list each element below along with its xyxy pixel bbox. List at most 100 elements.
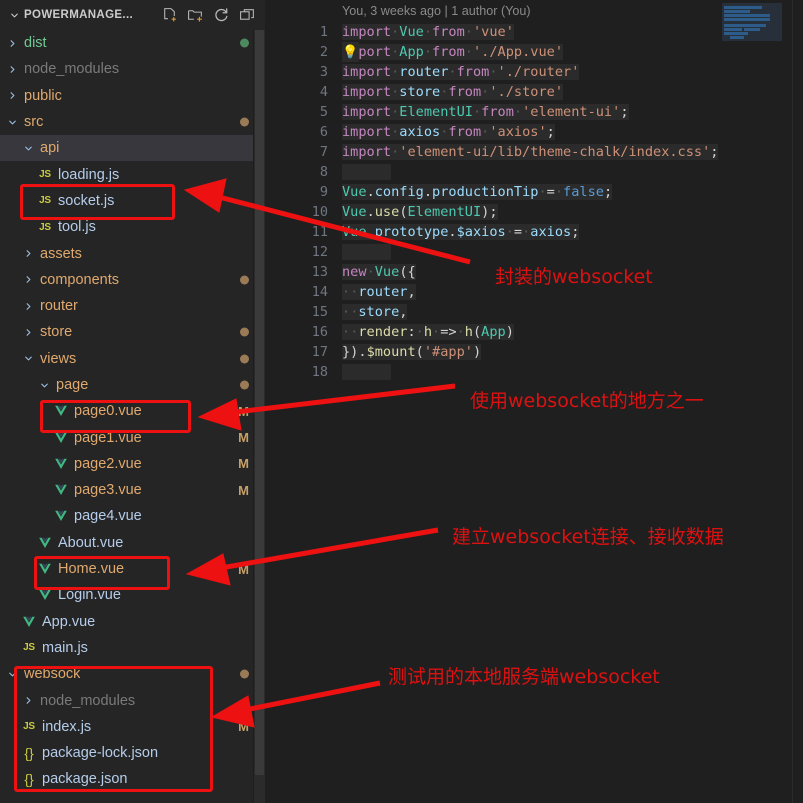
tree-item-about-vue[interactable]: About.vue [0,530,265,556]
tree-item-node-modules[interactable]: node_modules [0,687,265,713]
tree-item-index-js[interactable]: JSindex.jsM [0,714,265,740]
code-line[interactable]: import·App·from·'./App.vue' [342,42,742,62]
code-line[interactable]: ··store, [342,302,742,322]
chevron-right-icon[interactable] [4,88,20,104]
minimap-line [750,14,770,17]
code-content[interactable]: import·Vue·from·'vue'import·App·from·'./… [342,22,742,382]
vue-file-icon [20,614,38,630]
line-number: 3 [265,62,337,82]
code-line[interactable]: ··render:·h·=>·h(App) [342,322,742,342]
json-file-icon: {} [20,745,38,761]
code-line[interactable]: import·'element-ui/lib/theme-chalk/index… [342,142,742,162]
tree-item-label: api [36,140,59,156]
annotation-text-3: 建立websocket连接、接收数据 [452,522,724,549]
tree-item-page4-vue[interactable]: page4.vue [0,503,265,529]
chevron-right-icon[interactable] [20,693,36,709]
tree-item-public[interactable]: public [0,83,265,109]
lightbulb-icon[interactable]: 💡 [342,42,359,62]
minimap-line [724,32,748,35]
new-folder-icon[interactable] [187,7,204,24]
tree-item-label: websock [20,666,80,682]
tree-item-package-json[interactable]: {}package.json [0,766,265,792]
git-status-badge: M [238,477,249,503]
chevron-down-icon[interactable] [4,666,20,682]
tree-item-label: components [36,272,119,288]
vue-file-icon [36,587,54,603]
code-line[interactable] [342,162,742,182]
line-number: 8 [265,162,337,182]
chevron-right-icon[interactable] [4,61,20,77]
minimap[interactable] [722,3,782,41]
code-line[interactable]: import·ElementUI·from·'element-ui'; [342,102,742,122]
tree-item-socket-js[interactable]: JSsocket.js [0,188,265,214]
tree-item-page3-vue[interactable]: page3.vueM [0,477,265,503]
tree-item-app-vue[interactable]: App.vue [0,609,265,635]
chevron-down-icon[interactable] [20,351,36,367]
code-line[interactable]: }).$mount('#app') [342,342,742,362]
vscode-window: POWERMANAGE... [0,0,803,803]
collapse-all-icon[interactable] [239,7,256,24]
minimap-line [724,10,750,13]
tree-item-label: page2.vue [70,456,142,472]
code-line[interactable] [342,242,742,262]
minimap-line [724,28,742,31]
line-number: 15 [265,302,337,322]
tree-item-login-vue[interactable]: Login.vue [0,582,265,608]
tree-item-router[interactable]: router [0,293,265,319]
new-file-icon[interactable] [161,7,178,24]
chevron-down-icon[interactable] [4,114,20,130]
git-status-dot [240,328,249,337]
line-number-gutter: 123456789101112131415161718 [265,22,337,382]
refresh-icon[interactable] [213,7,230,24]
chevron-down-icon[interactable] [20,140,36,156]
code-line[interactable] [342,362,742,382]
tree-item-label: Login.vue [54,587,121,603]
chevron-right-icon[interactable] [20,272,36,288]
code-line[interactable]: import·axios·from·'axios'; [342,122,742,142]
tree-item-components[interactable]: components [0,267,265,293]
tree-item-main-js[interactable]: JSmain.js [0,635,265,661]
tree-item-api[interactable]: api [0,135,265,161]
chevron-right-icon[interactable] [4,35,20,51]
code-line[interactable]: import·Vue·from·'vue' [342,22,742,42]
chevron-down-icon[interactable] [6,10,22,21]
tree-item-label: index.js [38,719,91,735]
tree-item-src[interactable]: src [0,109,265,135]
tree-item-store[interactable]: store [0,319,265,345]
tree-item-dist[interactable]: dist [0,30,265,56]
sidebar-scrollbar[interactable] [254,30,265,803]
sidebar-scrollbar-thumb[interactable] [255,30,264,775]
chevron-right-icon[interactable] [20,246,36,262]
git-status-badge: M [238,398,249,424]
git-status-dot [240,381,249,390]
code-line[interactable]: Vue.prototype.$axios·=·axios; [342,222,742,242]
tree-item-websock[interactable]: websock [0,661,265,687]
chevron-right-icon[interactable] [20,324,36,340]
tree-item-page1-vue[interactable]: page1.vueM [0,424,265,450]
js-file-icon: JS [36,167,54,183]
chevron-right-icon[interactable] [20,298,36,314]
tree-item-tool-js[interactable]: JStool.js [0,214,265,240]
code-line[interactable]: import·store·from·'./store' [342,82,742,102]
code-line[interactable]: import·router·from·'./router' [342,62,742,82]
chevron-down-icon[interactable] [36,377,52,393]
line-number: 4 [265,82,337,102]
file-tree[interactable]: distnode_modulespublicsrcapiJSloading.js… [0,30,265,793]
tree-item-node-modules[interactable]: node_modules [0,56,265,82]
git-status-badge: M [238,556,249,582]
js-file-icon: JS [36,219,54,235]
editor-scrollbar[interactable] [793,0,803,803]
git-status-badge: M [238,714,249,740]
tree-item-package-lock-json[interactable]: {}package-lock.json [0,740,265,766]
tree-item-page2-vue[interactable]: page2.vueM [0,451,265,477]
tree-item-home-vue[interactable]: Home.vueM [0,556,265,582]
tree-item-assets[interactable]: assets [0,240,265,266]
code-line[interactable]: Vue.config.productionTip·=·false; [342,182,742,202]
explorer-header[interactable]: POWERMANAGE... [0,0,265,30]
tree-item-loading-js[interactable]: JSloading.js [0,161,265,187]
tree-item-page[interactable]: page [0,372,265,398]
code-line[interactable]: Vue.use(ElementUI); [342,202,742,222]
tree-item-views[interactable]: views [0,346,265,372]
line-number: 7 [265,142,337,162]
tree-item-page0-vue[interactable]: page0.vueM [0,398,265,424]
